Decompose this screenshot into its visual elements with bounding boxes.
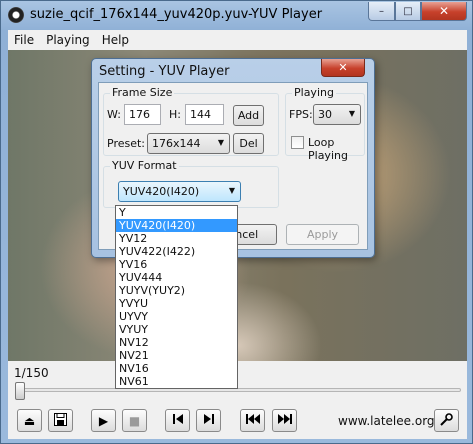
- maximize-button[interactable]: □: [395, 2, 421, 21]
- dialog-title: Setting - YUV Player: [99, 64, 230, 79]
- playing-group: Playing FPS: 30 ▼ Loop Playing: [285, 86, 365, 162]
- eject-button[interactable]: ⏏: [17, 409, 42, 432]
- frame-size-group: Frame Size W: 176 H: 144 Add Preset: 176…: [103, 86, 279, 156]
- chevron-down-icon: ▼: [348, 109, 355, 118]
- dropdown-option[interactable]: YUV444: [116, 271, 237, 284]
- app-icon: [8, 7, 24, 23]
- width-input[interactable]: 176: [124, 104, 161, 125]
- dropdown-option[interactable]: YUYV(YUY2): [116, 284, 237, 297]
- close-button[interactable]: ✕: [421, 2, 467, 21]
- website-link[interactable]: www.latelee.org: [338, 414, 435, 428]
- menu-playing[interactable]: Playing: [40, 33, 96, 47]
- dropdown-option[interactable]: YV16: [116, 258, 237, 271]
- frame-size-label: Frame Size: [110, 86, 175, 99]
- next-frame-button[interactable]: [196, 409, 221, 432]
- menu-file[interactable]: File: [8, 33, 40, 47]
- title-bar[interactable]: suzie_qcif_176x144_yuv420p.yuv-YUV Playe…: [1, 1, 472, 31]
- loop-checkbox[interactable]: [291, 136, 304, 149]
- playing-label: Playing: [292, 86, 336, 99]
- fps-select[interactable]: 30 ▼: [313, 104, 361, 125]
- add-button[interactable]: Add: [233, 105, 264, 126]
- menu-help[interactable]: Help: [96, 33, 135, 47]
- preset-select[interactable]: 176x144 ▼: [147, 133, 230, 154]
- fast-forward-button[interactable]: [272, 409, 297, 432]
- dropdown-option[interactable]: NV61: [116, 375, 237, 388]
- step-forward-icon: [203, 413, 215, 428]
- dialog-close-button[interactable]: ✕: [321, 59, 365, 77]
- apply-button[interactable]: Apply: [286, 224, 359, 245]
- yuv-format-label: YUV Format: [110, 159, 179, 172]
- settings-button[interactable]: [434, 409, 459, 432]
- prev-frame-button[interactable]: [165, 409, 190, 432]
- height-input[interactable]: 144: [185, 104, 224, 125]
- dropdown-option[interactable]: VYUY: [116, 323, 237, 336]
- fps-value: 30: [318, 108, 332, 121]
- dropdown-option[interactable]: NV12: [116, 336, 237, 349]
- dropdown-option[interactable]: Y: [116, 206, 237, 219]
- dropdown-option[interactable]: YUV420(I420): [116, 219, 237, 232]
- minimize-button[interactable]: –: [368, 2, 395, 21]
- del-button[interactable]: Del: [233, 133, 264, 154]
- width-label: W:: [107, 108, 121, 121]
- chevron-down-icon: ▼: [217, 138, 224, 147]
- dropdown-option[interactable]: YVYU: [116, 297, 237, 310]
- frame-counter: 1/150: [14, 366, 49, 380]
- yuv-format-value: YUV420(I420): [123, 185, 200, 198]
- play-icon: ▶: [98, 413, 109, 428]
- rewind-icon: [245, 413, 260, 428]
- dropdown-option[interactable]: UYVY: [116, 310, 237, 323]
- yuv-format-dropdown: Y YUV420(I420) YV12 YUV422(I422) YV16 YUV444 Y…: [115, 205, 238, 389]
- yuv-format-group: YUV Format YUV420(I420) ▼: [103, 159, 279, 208]
- seek-slider-track[interactable]: [16, 388, 461, 392]
- stop-button[interactable]: ■: [122, 409, 147, 432]
- chevron-down-icon: ▼: [228, 186, 235, 195]
- step-back-icon: [172, 413, 184, 428]
- preset-label: Preset:: [107, 137, 146, 150]
- loop-label: Loop Playing: [308, 136, 348, 162]
- height-label: H:: [169, 108, 181, 121]
- dropdown-option[interactable]: NV21: [116, 349, 237, 362]
- fast-forward-icon: [277, 413, 292, 428]
- yuv-format-select[interactable]: YUV420(I420) ▼: [118, 181, 241, 202]
- wrench-icon: [440, 412, 453, 429]
- menu-bar: File Playing Help: [8, 30, 467, 50]
- eject-icon: ⏏: [23, 413, 36, 428]
- stop-icon: ■: [128, 413, 141, 428]
- save-button[interactable]: [48, 409, 73, 432]
- rewind-button[interactable]: [240, 409, 265, 432]
- fps-label: FPS:: [289, 108, 313, 121]
- dropdown-option[interactable]: YV12: [116, 232, 237, 245]
- preset-value: 176x144: [152, 137, 201, 150]
- seek-slider-thumb[interactable]: [15, 382, 25, 400]
- save-icon: [54, 412, 67, 429]
- window-title: suzie_qcif_176x144_yuv420p.yuv-YUV Playe…: [30, 7, 323, 22]
- dropdown-option[interactable]: YUV422(I422): [116, 245, 237, 258]
- dropdown-option[interactable]: NV16: [116, 362, 237, 375]
- play-button[interactable]: ▶: [91, 409, 116, 432]
